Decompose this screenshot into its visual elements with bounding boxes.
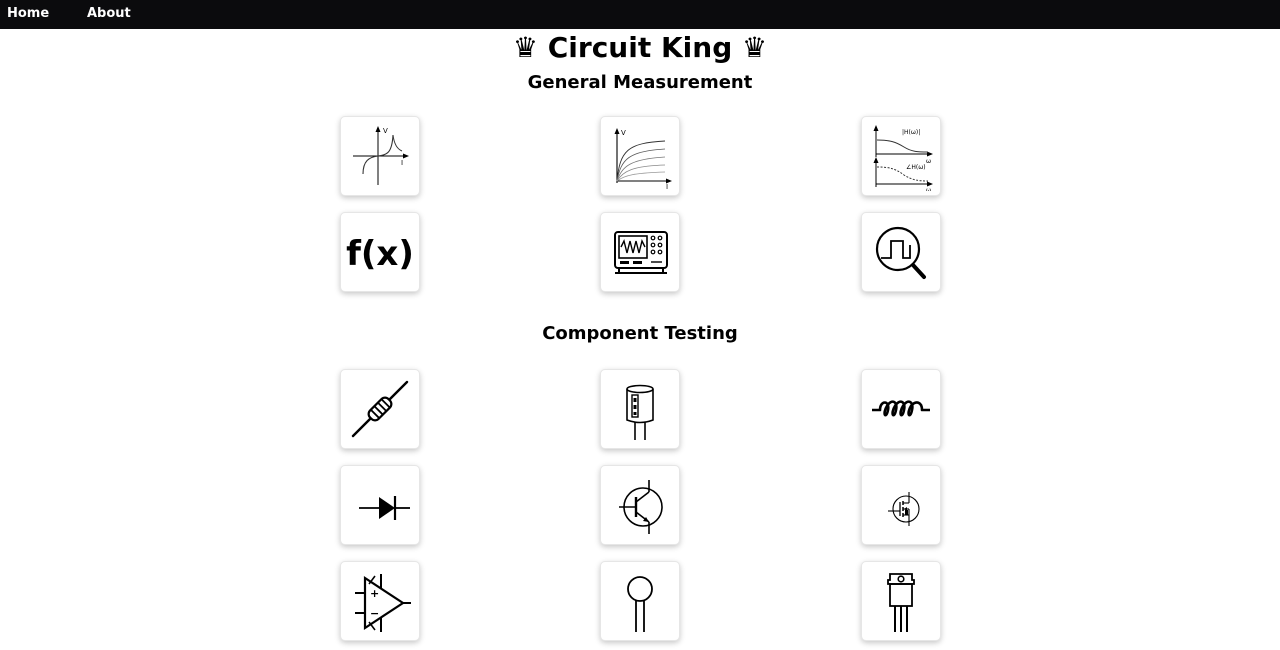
bjt-transistor-tile[interactable]	[600, 465, 680, 545]
function-icon: f(x)	[346, 234, 414, 274]
svg-text:I: I	[666, 183, 668, 191]
svg-text:∠H(ω): ∠H(ω)	[906, 164, 926, 171]
section-title-component-testing: Component Testing	[542, 323, 738, 344]
diode-tile[interactable]	[340, 465, 420, 545]
svg-text:I: I	[401, 159, 403, 167]
op-amp-icon: + −	[355, 574, 411, 632]
mosfet-tile[interactable]	[861, 465, 941, 545]
to220-package-icon	[887, 573, 915, 632]
bode-plot-icon: |H(ω)| ω ∠H(ω) ω	[873, 125, 933, 191]
svg-text:ω: ω	[926, 187, 931, 191]
inductor-tile[interactable]	[861, 369, 941, 449]
bode-plot-tile[interactable]: |H(ω)| ω ∠H(ω) ω	[861, 116, 941, 196]
voltage-regulator-tile[interactable]	[861, 561, 941, 641]
nav-home-link[interactable]: Home	[7, 0, 49, 27]
square-wave-magnifier-icon	[875, 226, 926, 279]
section-title-general-measurement: General Measurement	[527, 72, 753, 93]
ceramic-capacitor-icon	[627, 576, 653, 632]
bjt-transistor-icon	[619, 480, 663, 534]
ceramic-capacitor-tile[interactable]	[600, 561, 680, 641]
capacitor-icon	[626, 384, 654, 440]
svg-text:ω: ω	[926, 158, 931, 165]
transistor-curves-icon: V I	[614, 128, 672, 191]
capacitor-tile[interactable]	[600, 369, 680, 449]
svg-text:f(x): f(x)	[346, 234, 414, 274]
inductor-icon	[872, 400, 930, 417]
oscilloscope-icon	[614, 231, 668, 274]
function-generator-tile[interactable]: f(x)	[340, 212, 420, 292]
oscilloscope-tile[interactable]	[600, 212, 680, 292]
diode-icon	[359, 496, 410, 520]
resistor-tile[interactable]	[340, 369, 420, 449]
output-characteristics-tile[interactable]: V I	[600, 116, 680, 196]
top-navbar: Home About	[0, 0, 1280, 29]
svg-text:|H(ω)|: |H(ω)|	[902, 129, 920, 136]
op-amp-tile[interactable]: + −	[340, 561, 420, 641]
page-title: ♛ Circuit King ♛	[512, 31, 768, 64]
nav-about-link[interactable]: About	[87, 0, 131, 27]
mosfet-icon	[888, 492, 920, 526]
iv-curve-icon: V I	[353, 126, 409, 185]
svg-text:V: V	[383, 127, 388, 135]
svg-text:−: −	[370, 607, 379, 620]
svg-text:V: V	[621, 129, 626, 137]
resistor-icon	[351, 380, 409, 438]
signal-analyzer-tile[interactable]	[861, 212, 941, 292]
iv-curve-tile[interactable]: V I	[340, 116, 420, 196]
svg-text:+: +	[370, 587, 379, 600]
